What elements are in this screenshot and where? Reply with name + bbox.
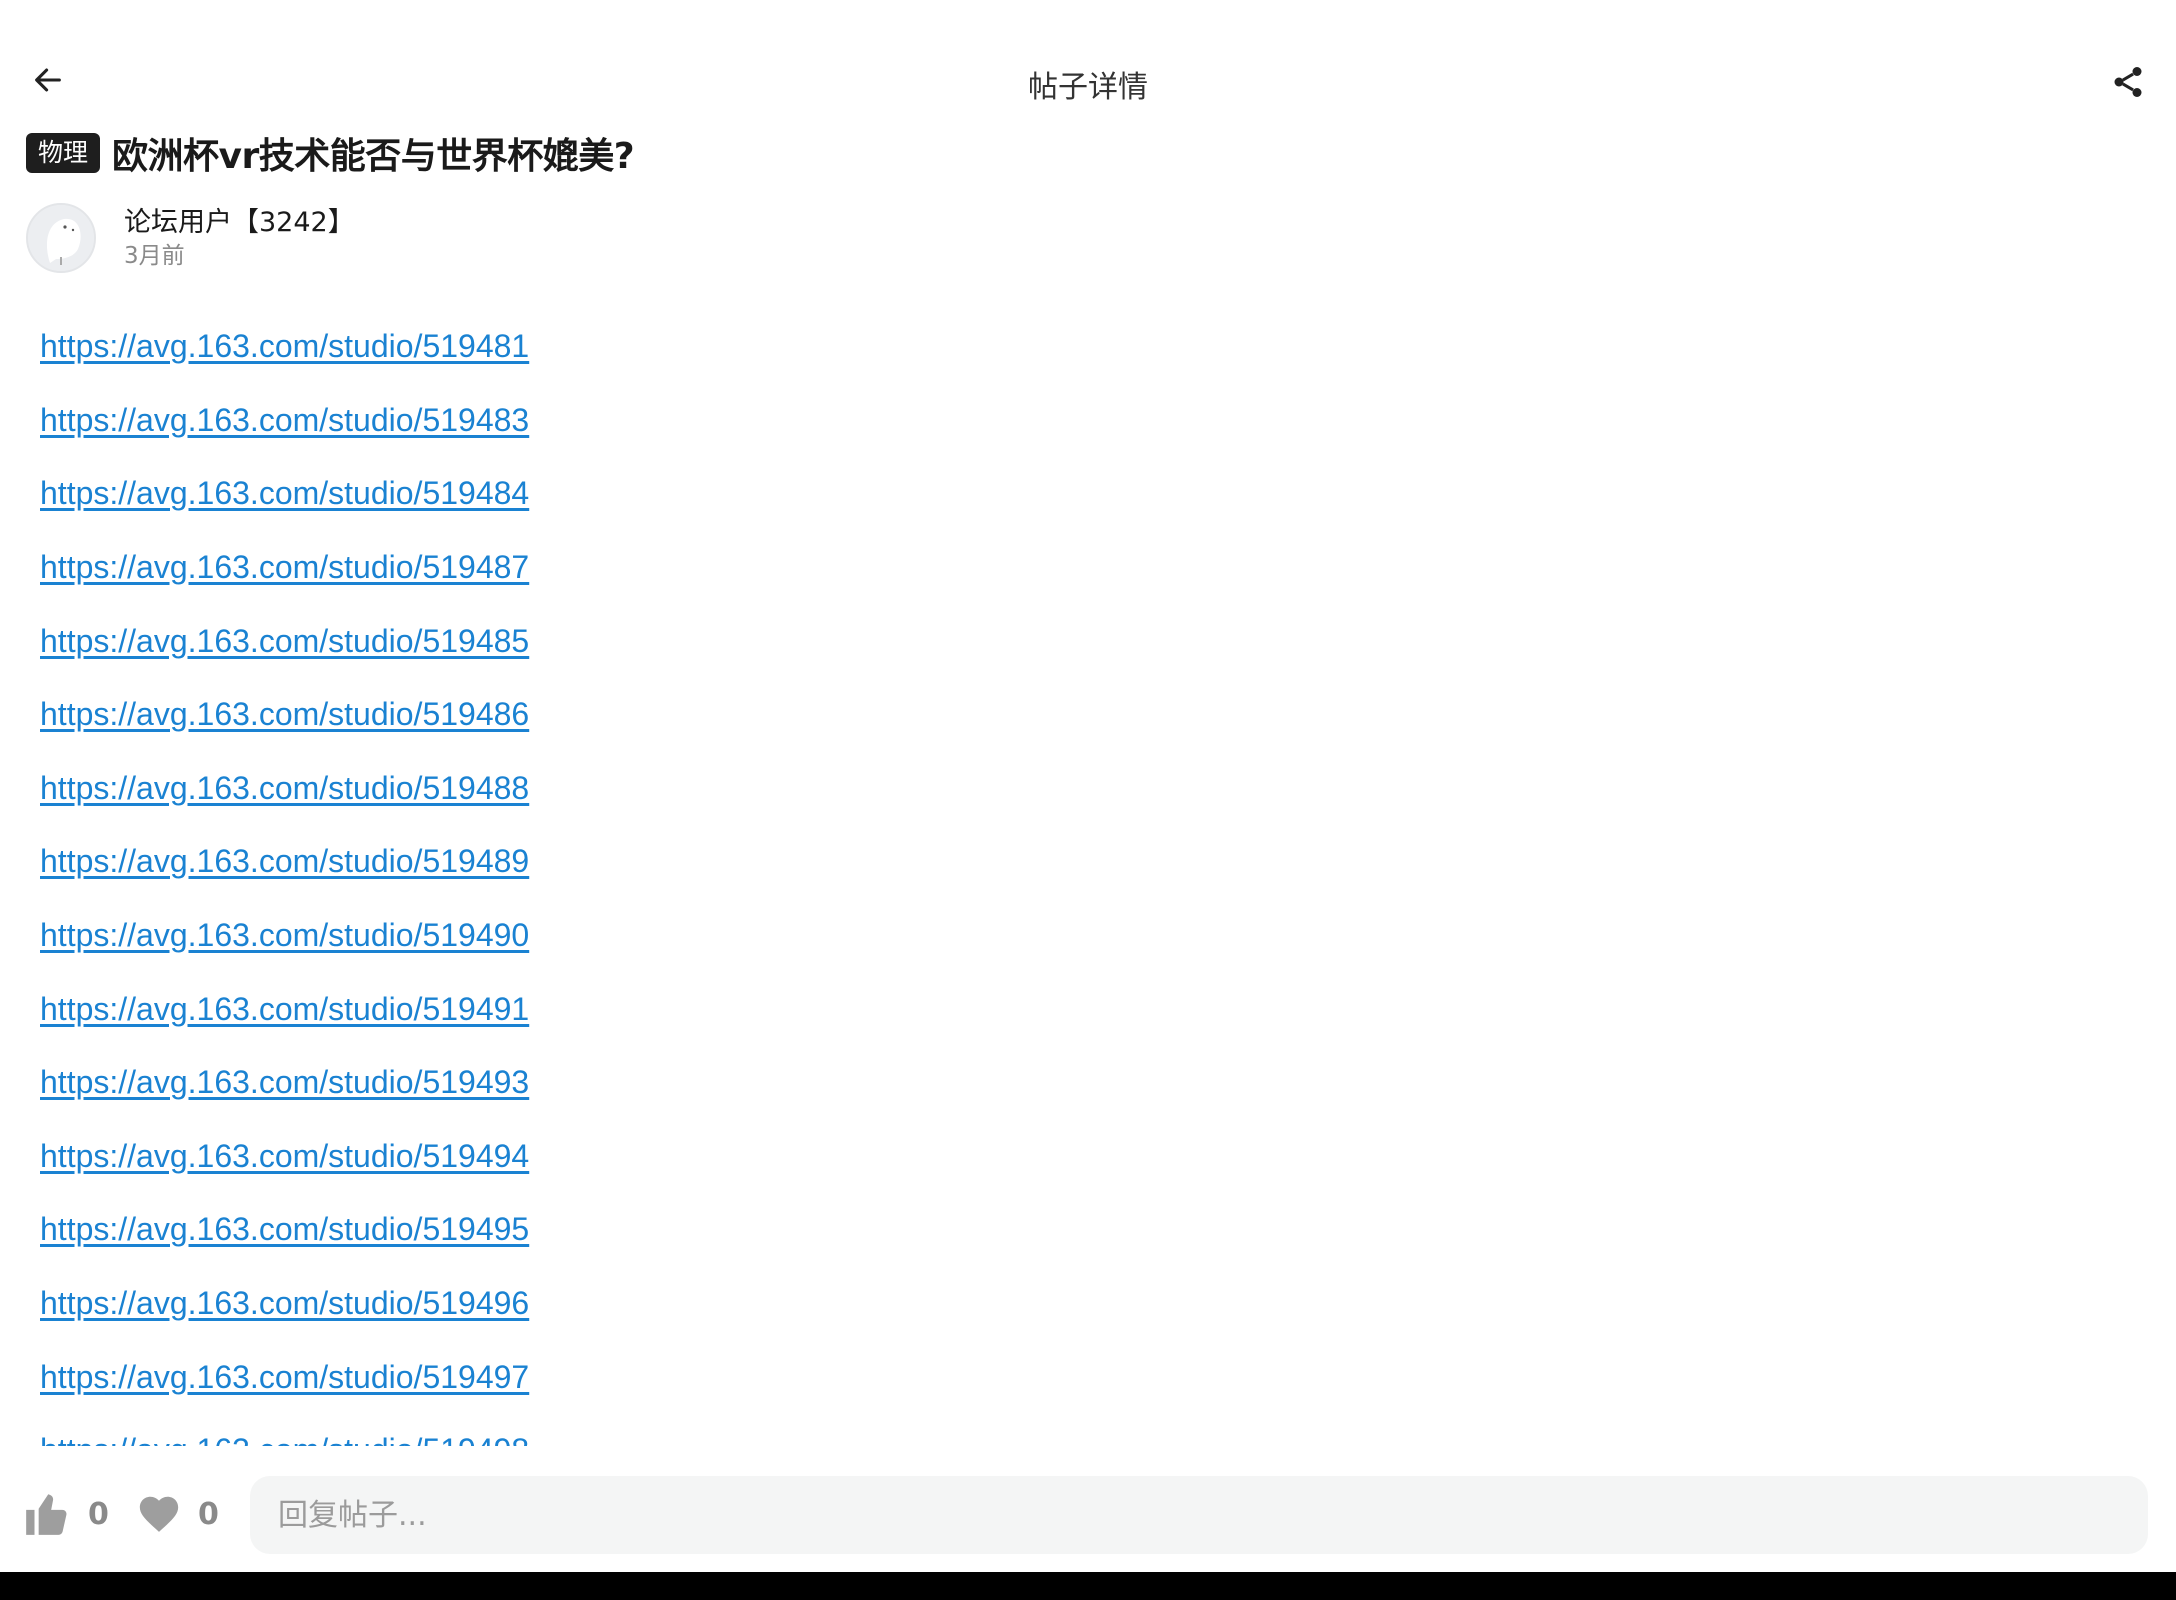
post-time: 3月前 <box>124 243 185 269</box>
favorite-count: 0 <box>198 1496 219 1532</box>
post-link[interactable]: https://avg.163.com/studio/519498 <box>40 1432 529 1446</box>
list-item: https://avg.163.com/studio/519497 <box>40 1340 2140 1414</box>
share-icon <box>2114 67 2142 97</box>
post-link[interactable]: https://avg.163.com/studio/519487 <box>40 549 529 586</box>
post-link[interactable]: https://avg.163.com/studio/519495 <box>40 1211 529 1248</box>
list-item: https://avg.163.com/studio/519491 <box>40 972 2140 1046</box>
page-title: 帖子详情 <box>1028 70 1148 105</box>
app-header: 帖子详情 <box>0 0 2176 120</box>
post-link[interactable]: https://avg.163.com/studio/519497 <box>40 1359 529 1396</box>
default-avatar-icon <box>28 205 94 271</box>
post-detail-screen: 帖子详情 物理 欧洲杯vr技术能否与世界杯媲美? 论坛用户【3242】 3月前 … <box>0 0 2176 1600</box>
author-name[interactable]: 论坛用户【3242】 <box>124 205 355 241</box>
list-item: https://avg.163.com/studio/519484 <box>40 457 2140 531</box>
list-item: https://avg.163.com/studio/519489 <box>40 825 2140 899</box>
author-row[interactable]: 论坛用户【3242】 3月前 <box>26 202 355 274</box>
post-link[interactable]: https://avg.163.com/studio/519485 <box>40 623 529 660</box>
list-item: https://avg.163.com/studio/519486 <box>40 678 2140 752</box>
post-link[interactable]: https://avg.163.com/studio/519481 <box>40 328 529 365</box>
heart-icon <box>139 1496 179 1532</box>
post-link[interactable]: https://avg.163.com/studio/519489 <box>40 843 529 880</box>
post-link[interactable]: https://avg.163.com/studio/519486 <box>40 696 529 733</box>
post-link[interactable]: https://avg.163.com/studio/519496 <box>40 1285 529 1322</box>
post-title: 欧洲杯vr技术能否与世界杯媲美? <box>112 136 635 177</box>
post-link[interactable]: https://avg.163.com/studio/519483 <box>40 402 529 439</box>
reply-input[interactable] <box>250 1476 2148 1554</box>
post-link[interactable]: https://avg.163.com/studio/519494 <box>40 1138 529 1175</box>
post-link[interactable]: https://avg.163.com/studio/519488 <box>40 770 529 807</box>
avatar[interactable] <box>26 203 96 273</box>
list-item: https://avg.163.com/studio/519483 <box>40 384 2140 458</box>
post-content[interactable]: https://avg.163.com/studio/519481 https:/… <box>40 310 2140 1446</box>
list-item: https://avg.163.com/studio/519490 <box>40 899 2140 973</box>
post-link[interactable]: https://avg.163.com/studio/519484 <box>40 475 529 512</box>
list-item: https://avg.163.com/studio/519493 <box>40 1046 2140 1120</box>
like-button[interactable]: 0 <box>22 1484 109 1544</box>
list-item: https://avg.163.com/studio/519488 <box>40 752 2140 826</box>
bottom-action-bar: 0 0 <box>0 1470 2176 1560</box>
category-tag[interactable]: 物理 <box>26 133 101 173</box>
list-item: https://avg.163.com/studio/519481 <box>40 310 2140 384</box>
post-title-row: 物理 欧洲杯vr技术能否与世界杯媲美? <box>26 128 635 178</box>
share-button[interactable] <box>2104 58 2152 106</box>
system-nav-bar <box>0 1572 2176 1600</box>
favorite-button[interactable]: 0 <box>136 1484 219 1544</box>
post-link[interactable]: https://avg.163.com/studio/519491 <box>40 991 529 1028</box>
list-item: https://avg.163.com/studio/519487 <box>40 531 2140 605</box>
thumbs-up-icon <box>26 1494 67 1535</box>
list-item: https://avg.163.com/studio/519494 <box>40 1120 2140 1194</box>
list-item: https://avg.163.com/studio/519495 <box>40 1193 2140 1267</box>
list-item: https://avg.163.com/studio/519485 <box>40 604 2140 678</box>
post-link[interactable]: https://avg.163.com/studio/519490 <box>40 917 529 954</box>
list-item: https://avg.163.com/studio/519498 <box>40 1414 2140 1446</box>
list-item: https://avg.163.com/studio/519496 <box>40 1267 2140 1341</box>
author-meta: 论坛用户【3242】 3月前 <box>124 205 355 271</box>
post-link[interactable]: https://avg.163.com/studio/519493 <box>40 1064 529 1101</box>
like-count: 0 <box>88 1496 109 1532</box>
